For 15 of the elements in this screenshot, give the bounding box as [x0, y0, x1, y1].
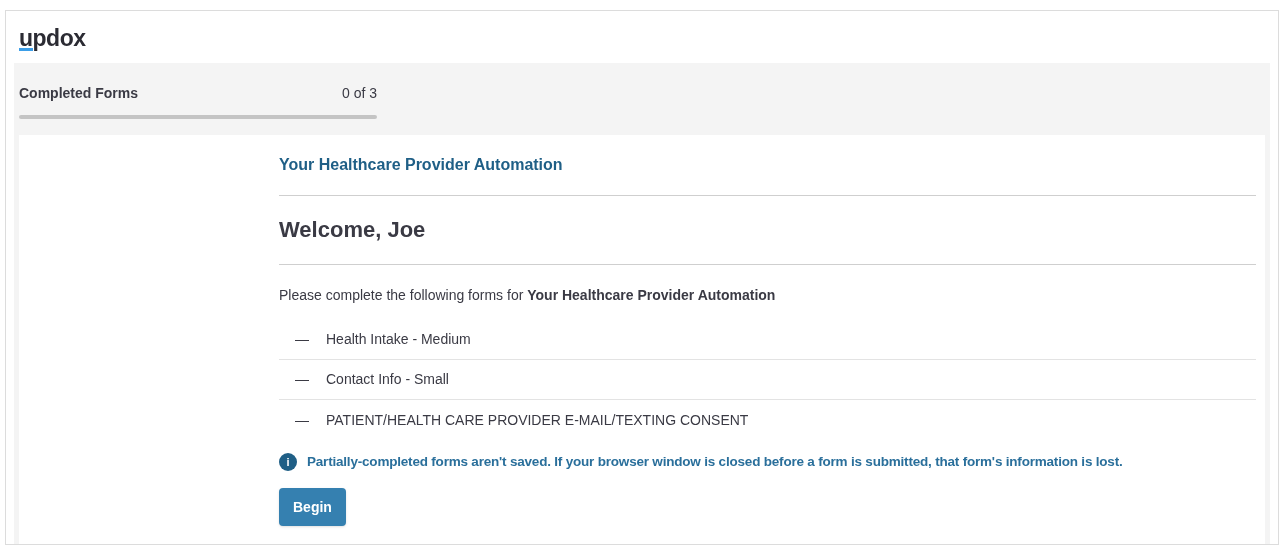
dash-marker: — — [294, 410, 310, 430]
form-name: Contact Info - Small — [326, 370, 449, 389]
welcome-heading: Welcome, Joe — [279, 196, 1256, 265]
provider-name: Your Healthcare Provider Automation — [279, 153, 1256, 196]
info-icon: i — [279, 453, 297, 472]
dash-marker: — — [294, 370, 310, 389]
progress-count: 0 of 3 — [341, 84, 377, 103]
logo: updox — [18, 24, 87, 53]
progress-label: Completed Forms — [19, 84, 138, 103]
notice-text: Partially-completed forms aren't saved. If your browser window is closed before a form is submitted, that form's information is lost. — [307, 453, 1123, 471]
begin-button[interactable]: Begin — [279, 488, 346, 527]
form-name: PATIENT/HEALTH CARE PROVIDER E-MAIL/TEXTING CONSENT — [326, 410, 749, 430]
form-name: Health Intake - Medium — [326, 330, 471, 349]
intro-text: Please complete the following forms for Your Healthcare Provider Automation — [279, 286, 777, 305]
dash-marker: — — [294, 330, 310, 349]
